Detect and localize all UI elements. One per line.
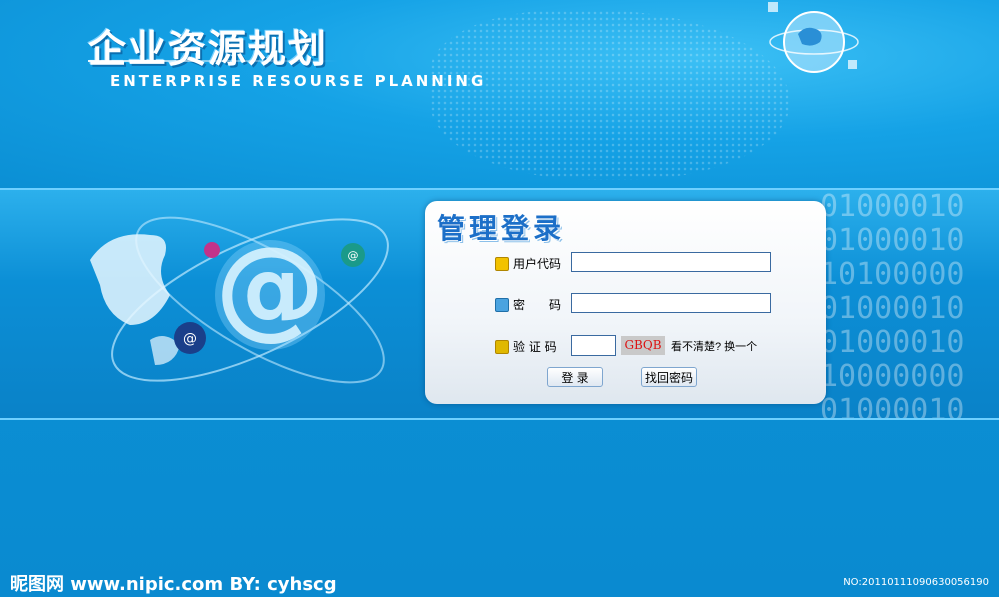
app-title: 企业资源规划 [88, 26, 329, 71]
login-button[interactable]: 登 录 [547, 367, 603, 387]
password-input[interactable] [571, 293, 771, 313]
username-label: 用户代码 [513, 257, 562, 271]
password-label: 密 码 [513, 298, 562, 312]
binary-decoration: 01000010 01000010 10100000 01000010 0100… [820, 190, 965, 418]
image-id-text: NO:20110111090630056190 [843, 577, 989, 588]
user-icon [495, 257, 509, 271]
svg-text:@: @ [348, 249, 359, 262]
lock-icon [495, 298, 509, 312]
captcha-row: 验 证 码 GBQB 看不清楚? 换一个 [425, 335, 826, 359]
captcha-label: 验 证 码 [513, 340, 557, 354]
globe-icon [768, 2, 859, 73]
world-map-dots [430, 10, 790, 180]
captcha-image[interactable]: GBQB [621, 336, 665, 355]
title-divider [88, 60, 338, 62]
shield-icon [495, 340, 509, 354]
svg-text:@: @ [215, 223, 325, 351]
header-banner: 企业资源规划 ENTERPRISE RESOURSE PLANNING [0, 0, 999, 188]
panel-title: 管理登录 [437, 212, 566, 245]
login-panel: 管理登录 用户代码 密 码 验 证 码 GBQB 看不清楚? 换一个 登 录 找… [425, 201, 826, 404]
username-row: 用户代码 [425, 252, 826, 276]
app-subtitle: ENTERPRISE RESOURSE PLANNING [110, 72, 487, 90]
username-input[interactable] [571, 252, 771, 272]
at-sign-emblem-icon: @ @ @ [90, 216, 389, 384]
svg-text:@: @ [183, 331, 197, 347]
password-row: 密 码 [425, 293, 826, 317]
watermark-text: 昵图网 www.nipic.com BY: cyhscg [10, 574, 337, 595]
captcha-input[interactable] [571, 335, 616, 356]
recover-password-button[interactable]: 找回密码 [641, 367, 697, 387]
captcha-refresh-link[interactable]: 看不清楚? 换一个 [671, 338, 757, 354]
